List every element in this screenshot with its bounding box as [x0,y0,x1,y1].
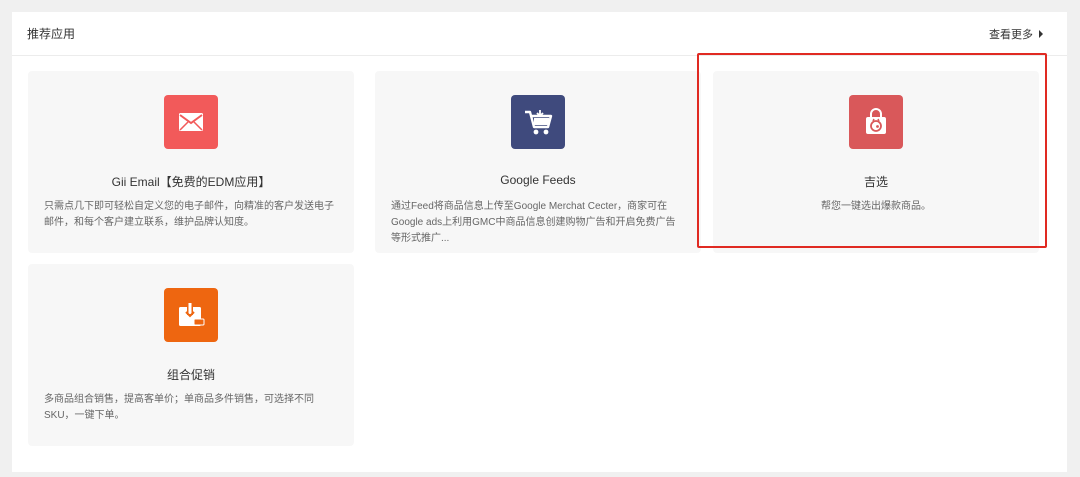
app-title: Gii Email【免费的EDM应用】 [111,175,271,189]
caret-right-icon [1039,29,1043,38]
app-card-jixuan[interactable]: 吉选 帮您一键选出爆款商品。 [713,71,1039,253]
panel-header: 推荐应用 查看更多 [12,12,1067,56]
panel-title: 推荐应用 [27,27,76,41]
view-more-label: 查看更多 [989,28,1033,41]
view-more-link[interactable]: 查看更多 [989,26,1043,42]
envelope-icon [164,95,218,149]
app-title: Google Feeds [500,173,576,187]
app-card-bundle-promotion[interactable]: 组合促销 多商品组合销售，提高客单价；单商品多件销售，可选择不同SKU，一键下单… [28,264,354,446]
shopping-bag-icon [849,95,903,149]
gift-box-icon [164,288,218,342]
app-description: 只需点几下即可轻松自定义您的电子邮件，向精准的客户发送电子邮件，和每个客户建立联… [44,201,334,228]
app-card-google-feeds[interactable]: Google Feeds 通过Feed将商品信息上传至Google Mercha… [375,71,701,253]
app-title: 组合促销 [166,368,215,382]
app-description: 多商品组合销售，提高客单价；单商品多件销售，可选择不同SKU，一键下单。 [44,394,314,421]
app-card-gii-email[interactable]: Gii Email【免费的EDM应用】 只需点几下即可轻松自定义您的电子邮件，向… [28,71,354,253]
app-title: 吉选 [863,175,888,189]
app-description: 帮您一键选出爆款商品。 [821,201,931,212]
shopping-cart-icon [511,95,565,149]
app-description: 通过Feed将商品信息上传至Google Merchat Cecter，商家可在… [391,201,676,244]
